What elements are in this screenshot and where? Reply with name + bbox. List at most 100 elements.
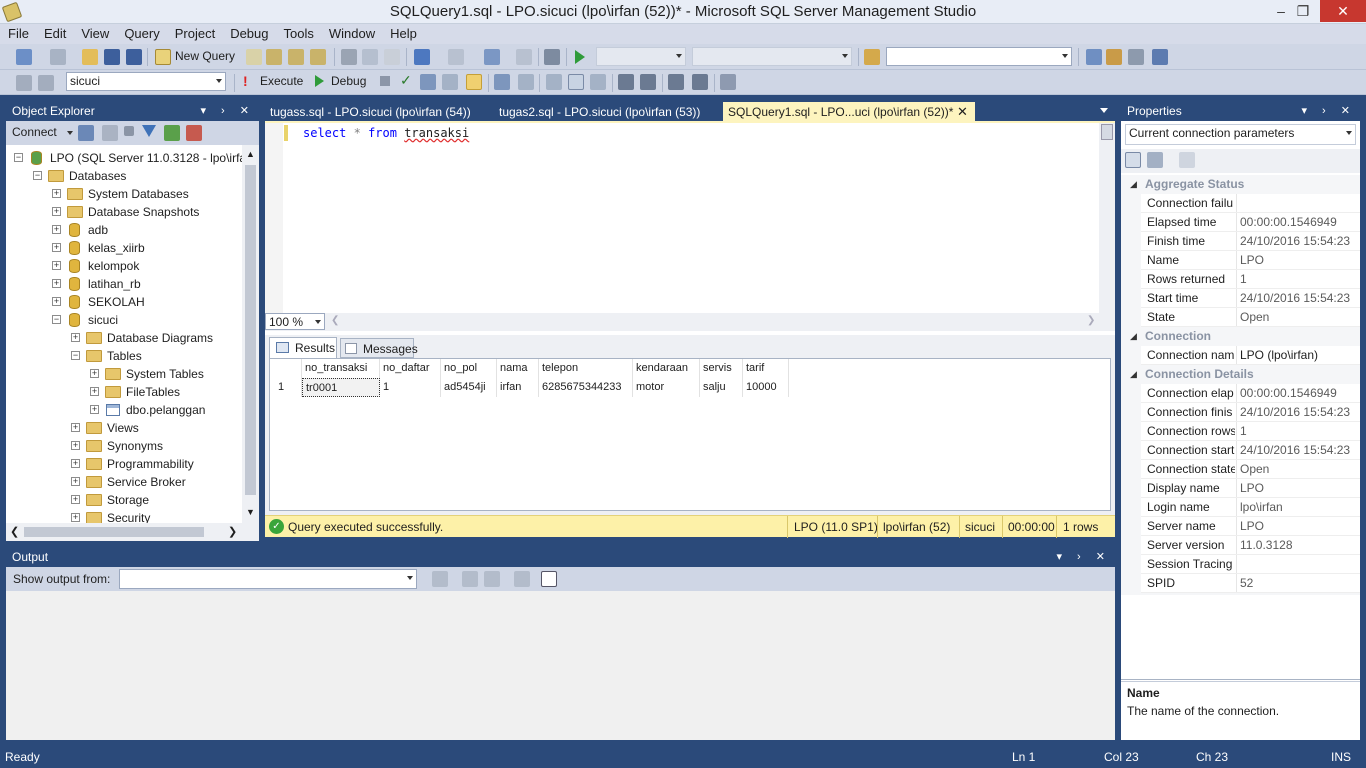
analysis-query-icon[interactable] (266, 49, 282, 65)
close-tab-icon[interactable]: ✕ (957, 104, 968, 120)
categorized-icon[interactable] (1125, 152, 1141, 168)
category-collapse-icon[interactable]: ◢ (1130, 327, 1137, 346)
uncomment-icon[interactable] (640, 74, 656, 90)
property-category[interactable]: ◢ Aggregate Status (1121, 175, 1357, 194)
execute-icon[interactable]: ! (243, 73, 248, 89)
connect-object-explorer-icon[interactable] (78, 125, 94, 141)
undo-icon[interactable] (414, 49, 430, 65)
property-row[interactable]: Connection state Open (1141, 460, 1360, 479)
column-header[interactable]: no_daftar (380, 359, 441, 378)
property-row[interactable]: State Open (1141, 308, 1360, 327)
property-row[interactable]: Name LPO (1141, 251, 1360, 270)
tree-node[interactable]: + Database Diagrams (6, 329, 242, 347)
tree-node[interactable]: + Database Snapshots (6, 203, 242, 221)
db-engine-query-icon[interactable] (246, 49, 262, 65)
column-header[interactable]: telepon (539, 359, 633, 378)
display-plan-icon[interactable] (420, 74, 436, 90)
solution-platform-dropdown[interactable] (692, 47, 852, 66)
table-cell[interactable]: 1 (380, 378, 441, 397)
prev-message-icon[interactable] (462, 571, 478, 587)
expand-icon[interactable]: + (52, 261, 61, 270)
menu-project[interactable]: Project (167, 24, 222, 41)
tree-node[interactable]: + Synonyms (6, 437, 242, 455)
table-cell[interactable]: 10000 (743, 378, 789, 397)
find-message-icon[interactable] (432, 571, 448, 587)
table-cell[interactable]: irfan (497, 378, 539, 397)
row-number[interactable]: 1 (270, 378, 302, 397)
output-content[interactable] (6, 591, 1115, 740)
tree-node[interactable]: + dbo.pelanggan (6, 401, 242, 419)
navigate-backward-icon[interactable] (484, 49, 500, 65)
tree-node[interactable]: − Databases (6, 167, 242, 185)
tab-overflow-icon[interactable] (1100, 108, 1108, 113)
copy-icon[interactable] (362, 49, 378, 65)
menu-debug[interactable]: Debug (222, 24, 275, 41)
menu-query[interactable]: Query (116, 24, 166, 41)
query-designer-icon[interactable] (442, 74, 458, 90)
table-cell[interactable]: ad5454ji (441, 378, 497, 397)
editor-scroll-left-icon[interactable]: ❮ (331, 315, 339, 326)
property-row[interactable]: Connection nam LPO (lpo\irfan) (1141, 346, 1360, 365)
property-row[interactable]: Connection finis 24/10/2016 15:54:23 (1141, 403, 1360, 422)
tree-node[interactable]: + Views (6, 419, 242, 437)
expand-icon[interactable]: + (52, 225, 61, 234)
new-project-icon[interactable] (16, 49, 32, 65)
split-icon[interactable] (1101, 124, 1113, 140)
scroll-up-icon[interactable]: ▲ (246, 149, 255, 159)
expand-icon[interactable]: + (52, 297, 61, 306)
column-header[interactable]: servis (700, 359, 743, 378)
results-tab[interactable]: Results (269, 337, 337, 358)
navigate-forward-icon[interactable] (516, 49, 532, 65)
redo-icon[interactable] (448, 49, 464, 65)
sql-code-line[interactable]: select * from transaksi (303, 126, 469, 140)
alphabetical-icon[interactable] (1147, 152, 1163, 168)
property-category[interactable]: ◢ Connection Details (1121, 365, 1357, 384)
cut-icon[interactable] (341, 49, 357, 65)
expand-icon[interactable]: + (52, 279, 61, 288)
client-stats-icon[interactable] (518, 74, 534, 90)
column-header[interactable]: no_transaksi (302, 359, 380, 378)
cancel-query-icon[interactable] (380, 76, 390, 86)
collapse-icon[interactable]: − (33, 171, 42, 180)
scroll-down-icon[interactable]: ▼ (246, 507, 255, 517)
expand-icon[interactable]: + (71, 441, 80, 450)
parse-icon[interactable]: ✓ (400, 72, 412, 89)
column-header[interactable]: nama (497, 359, 539, 378)
collapse-icon[interactable]: − (52, 315, 61, 324)
category-collapse-icon[interactable]: ◢ (1130, 365, 1137, 384)
output-pane-buttons[interactable]: ▾ › ✕ (1056, 550, 1111, 563)
tab-sqlquery1[interactable]: SQLQuery1.sql - LPO...uci (lpo\irfan (52… (723, 102, 975, 122)
expand-icon[interactable]: + (90, 369, 99, 378)
table-cell[interactable]: 6285675344233 (539, 378, 633, 397)
find-combo[interactable] (886, 47, 1072, 66)
paste-icon[interactable] (384, 49, 400, 65)
connect-button[interactable]: Connect (12, 125, 57, 139)
column-header[interactable]: tarif (743, 359, 789, 378)
property-row[interactable]: Finish time 24/10/2016 15:54:23 (1141, 232, 1360, 251)
property-row[interactable]: Connection start 24/10/2016 15:54:23 (1141, 441, 1360, 460)
new-query-button[interactable]: New Query (175, 49, 235, 63)
tab-tugas2[interactable]: tugas2.sql - LPO.sicuci (lpo\irfan (53)) (494, 102, 705, 122)
menu-window[interactable]: Window (321, 24, 382, 41)
specify-template-values-icon[interactable] (720, 74, 736, 90)
registered-servers-icon[interactable] (1086, 49, 1102, 65)
editor-vertical-scrollbar[interactable] (1099, 123, 1115, 313)
expand-icon[interactable]: + (71, 513, 80, 522)
increase-indent-icon[interactable] (692, 74, 708, 90)
query-editor[interactable]: select * from transaksi 100 % ❮ ❯ (265, 123, 1115, 335)
property-row[interactable]: Server version 11.0.3128 (1141, 536, 1360, 555)
solution-config-dropdown[interactable] (596, 47, 686, 66)
mdx-query-icon[interactable] (288, 49, 304, 65)
word-wrap-icon[interactable] (541, 571, 557, 587)
available-databases-dropdown[interactable]: sicuci (66, 72, 226, 91)
scroll-thumb[interactable] (245, 165, 256, 495)
column-header[interactable]: kendaraan (633, 359, 700, 378)
table-cell[interactable]: motor (633, 378, 700, 397)
property-row[interactable]: Connection failu (1141, 194, 1360, 213)
expand-icon[interactable]: + (90, 405, 99, 414)
tree-node[interactable]: − sicuci (6, 311, 242, 329)
property-row[interactable]: Connection elap 00:00:00.1546949 (1141, 384, 1360, 403)
results-to-grid-icon[interactable] (568, 74, 584, 90)
expand-icon[interactable]: + (71, 333, 80, 342)
start-debug-icon[interactable] (575, 50, 585, 64)
